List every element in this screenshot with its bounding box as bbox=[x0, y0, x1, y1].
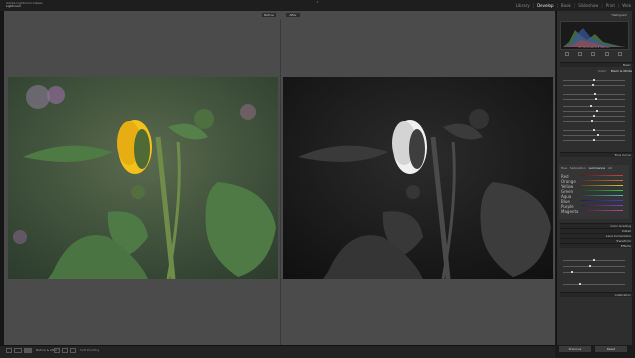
basic-panel-header[interactable]: Basic bbox=[560, 62, 633, 67]
module-develop[interactable]: Develop bbox=[537, 3, 553, 8]
module-book[interactable]: Book bbox=[561, 3, 571, 8]
before-after-toggle-icon[interactable] bbox=[14, 348, 22, 353]
clarity-slider-knob[interactable] bbox=[597, 134, 599, 136]
calibration-header[interactable]: Calibration bbox=[560, 292, 633, 297]
before-label: Before bbox=[262, 13, 276, 17]
flower-bud bbox=[469, 109, 489, 129]
contrast-slider[interactable] bbox=[563, 99, 625, 100]
exposure-slider-knob[interactable] bbox=[594, 93, 596, 95]
blacks-slider[interactable] bbox=[563, 121, 625, 122]
reset-button[interactable]: Reset bbox=[595, 346, 627, 352]
module-separator: | bbox=[556, 3, 558, 8]
hsl-row-blue[interactable]: Blue bbox=[561, 199, 627, 204]
vignette-amount-knob[interactable] bbox=[593, 259, 595, 261]
histogram-readout: ISO 100 50 mm f/2.8 1/400 sec bbox=[578, 47, 609, 49]
treatment-bw[interactable]: Black & White bbox=[611, 69, 632, 73]
hsl-row-red[interactable]: Red bbox=[561, 174, 627, 179]
treatment-color[interactable]: Color bbox=[598, 69, 606, 73]
vignette-midpoint-knob[interactable] bbox=[589, 265, 591, 267]
clarity-slider[interactable] bbox=[563, 135, 625, 136]
module-separator: | bbox=[532, 3, 535, 8]
shadows-slider[interactable] bbox=[563, 111, 625, 112]
highlights-slider-knob[interactable] bbox=[590, 105, 592, 107]
hsl-row-purple[interactable]: Purple bbox=[561, 204, 627, 209]
hsl-row-aqua[interactable]: Aqua bbox=[561, 194, 627, 199]
before-photo[interactable] bbox=[8, 77, 278, 279]
module-library[interactable]: Library bbox=[516, 3, 530, 8]
hsl-tab-all[interactable]: All bbox=[608, 166, 612, 170]
grain-size-knob[interactable] bbox=[579, 283, 581, 285]
hsl-tab-hue[interactable]: Hue bbox=[561, 166, 567, 170]
whites-slider-knob[interactable] bbox=[593, 115, 595, 117]
module-picker: Library | Develop | Book | Slideshow | P… bbox=[516, 3, 631, 8]
blacks-slider-knob[interactable] bbox=[591, 120, 593, 122]
flower-bud bbox=[406, 185, 420, 199]
tint-slider[interactable] bbox=[563, 85, 625, 86]
dehaze-slider-knob[interactable] bbox=[593, 139, 595, 141]
copy-after-icon[interactable] bbox=[62, 348, 68, 353]
bokeh-flower bbox=[13, 230, 27, 244]
crop-icon[interactable] bbox=[564, 52, 569, 56]
hsl-tab-saturation[interactable]: Saturation bbox=[570, 166, 586, 170]
tool-strip bbox=[560, 51, 627, 57]
hsl-row-orange[interactable]: Orange bbox=[561, 179, 627, 184]
bokeh-flower bbox=[47, 86, 65, 104]
hsl-panel: Hue Saturation Luminance All Red Orange … bbox=[559, 165, 629, 219]
hsl-row-magenta[interactable]: Magenta bbox=[561, 209, 627, 214]
highlights-slider[interactable] bbox=[563, 106, 625, 107]
module-separator: | bbox=[573, 3, 576, 8]
hsl-tab-luminance[interactable]: Luminance bbox=[589, 166, 605, 170]
temp-slider-knob[interactable] bbox=[593, 79, 595, 81]
basic-panel: Basic Color Black & White Tone Curve bbox=[559, 62, 633, 158]
collapse-top-panel-icon[interactable]: ▾ bbox=[315, 0, 320, 4]
histogram-header[interactable]: Histogram bbox=[560, 13, 627, 17]
loupe-view-icon[interactable] bbox=[6, 348, 12, 353]
flower-bud bbox=[194, 109, 214, 129]
collapsed-panels: Color Grading Detail Lens Corrections Tr… bbox=[559, 223, 633, 251]
soft-proofing-checkbox[interactable]: Soft Proofing bbox=[80, 348, 99, 353]
hsl-row-green[interactable]: Green bbox=[561, 189, 627, 194]
red-eye-icon[interactable] bbox=[591, 52, 596, 56]
after-photo[interactable] bbox=[283, 77, 553, 279]
hsl-tabs: Hue Saturation Luminance All bbox=[561, 166, 632, 170]
module-separator: | bbox=[617, 3, 620, 8]
swap-icon[interactable] bbox=[70, 348, 76, 353]
texture-slider-knob[interactable] bbox=[593, 129, 595, 131]
tint-slider-knob[interactable] bbox=[592, 84, 594, 86]
histogram: ISO 100 50 mm f/2.8 1/400 sec bbox=[560, 21, 629, 50]
copy-before-icon[interactable] bbox=[54, 348, 60, 353]
bokeh-flower bbox=[240, 104, 256, 120]
grain-size-slider[interactable] bbox=[563, 284, 625, 285]
contrast-slider-knob[interactable] bbox=[595, 98, 597, 100]
effects-header[interactable]: Effects bbox=[560, 243, 633, 248]
vignette-midpoint-slider[interactable] bbox=[563, 266, 625, 267]
previous-button[interactable]: Previous bbox=[559, 346, 591, 352]
module-separator: | bbox=[601, 3, 603, 8]
split-divider bbox=[280, 19, 281, 345]
grain-amount-knob[interactable] bbox=[571, 271, 573, 273]
flower-bud bbox=[131, 185, 145, 199]
bokeh-flower bbox=[26, 85, 50, 109]
hsl-row-yellow[interactable]: Yellow bbox=[561, 184, 627, 189]
spot-removal-icon[interactable] bbox=[578, 52, 583, 56]
app-identity-plate-line2: Lightroom bbox=[6, 4, 22, 8]
brush-icon[interactable] bbox=[618, 52, 623, 56]
before-after-split-icon[interactable] bbox=[24, 348, 32, 353]
tone-curve-header[interactable]: Tone Curve bbox=[560, 152, 633, 157]
shadows-slider-knob[interactable] bbox=[596, 110, 598, 112]
masking-icon[interactable] bbox=[604, 52, 609, 56]
effects-panel: Calibration bbox=[559, 254, 633, 298]
module-web[interactable]: Web bbox=[622, 3, 631, 8]
module-slideshow[interactable]: Slideshow bbox=[578, 3, 598, 8]
after-label: After bbox=[286, 13, 300, 17]
module-print[interactable]: Print bbox=[606, 3, 615, 8]
